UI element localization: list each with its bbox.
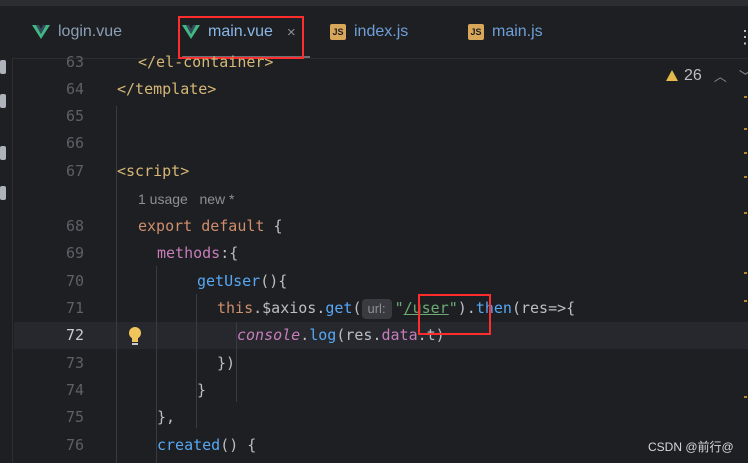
code-line-76: created() { bbox=[157, 432, 256, 459]
code-line-64: </template> bbox=[117, 76, 216, 103]
code-line-69: methods:{ bbox=[157, 240, 238, 267]
code-token: (){ bbox=[260, 272, 288, 290]
error-stripe-mark[interactable] bbox=[744, 176, 747, 178]
watermark: CSDN @前行@ bbox=[648, 440, 734, 454]
code-line-72: console.log(res.data.t) bbox=[237, 322, 445, 349]
code-token: (res=>{ bbox=[511, 299, 576, 317]
lightbulb-icon[interactable] bbox=[128, 326, 142, 346]
code-token: { bbox=[264, 217, 283, 235]
code-line-68: export default { bbox=[138, 213, 283, 240]
tab-label: index.js bbox=[354, 23, 409, 40]
chevron-down-icon[interactable]: ﹀ bbox=[739, 66, 748, 85]
code-token: methods bbox=[157, 244, 221, 262]
parameter-hint: url: bbox=[361, 299, 392, 319]
code-token: this bbox=[217, 299, 254, 317]
code-token: ( bbox=[352, 299, 362, 317]
codelens-hint[interactable]: 1 usage new * bbox=[138, 186, 235, 213]
code-token: } bbox=[197, 381, 207, 399]
code-editor[interactable]: </el-container> </template> <script> 1 u… bbox=[0, 53, 748, 463]
code-token: :{ bbox=[220, 244, 239, 262]
code-line-74: } bbox=[197, 377, 206, 404]
code-token: .$axios. bbox=[253, 299, 326, 317]
code-token: data bbox=[381, 326, 418, 344]
error-stripe-mark[interactable] bbox=[744, 396, 747, 398]
tab-main-js[interactable]: JS main.js bbox=[468, 6, 543, 58]
code-token: get bbox=[325, 299, 353, 317]
code-token: . bbox=[300, 326, 310, 344]
code-line-75: }, bbox=[157, 404, 175, 431]
annotation-box-url bbox=[418, 294, 491, 335]
code-token: () { bbox=[220, 436, 257, 454]
code-token: export default bbox=[138, 217, 265, 235]
error-stripe-mark[interactable] bbox=[744, 272, 747, 274]
code-token: }, bbox=[157, 408, 176, 426]
editor-tab-bar: login.vue main.vue × JS index.js JS main… bbox=[0, 6, 748, 59]
js-file-icon: JS bbox=[330, 24, 346, 40]
tab-label: main.js bbox=[492, 23, 543, 40]
code-token: }) bbox=[217, 354, 236, 372]
tab-label: login.vue bbox=[58, 23, 123, 40]
warning-icon bbox=[666, 70, 678, 81]
js-file-icon: JS bbox=[468, 24, 484, 40]
code-line-71: this.$axios.get(url: "/user").then(res=>{ bbox=[217, 295, 575, 322]
code-line-73: }) bbox=[217, 350, 235, 377]
vue-file-icon bbox=[32, 25, 50, 39]
code-token: <script> bbox=[117, 162, 190, 180]
code-line-70: getUser(){ bbox=[197, 268, 287, 295]
chevron-up-icon[interactable]: ︿ bbox=[714, 66, 727, 85]
usage-hint: 1 usage new * bbox=[138, 191, 235, 207]
tab-index-js[interactable]: JS index.js bbox=[330, 6, 408, 58]
code-token: console bbox=[237, 326, 301, 344]
error-stripe-mark[interactable] bbox=[744, 152, 747, 154]
code-token: created bbox=[157, 436, 221, 454]
error-stripe-mark[interactable] bbox=[744, 300, 747, 302]
code-line-67: <script> bbox=[117, 158, 189, 185]
code-token: log bbox=[309, 326, 337, 344]
inspection-widget[interactable]: 26 ︿ ﹀ bbox=[666, 66, 748, 85]
code-token: " bbox=[394, 299, 404, 317]
code-token: </el-container> bbox=[138, 53, 274, 71]
error-stripe-mark[interactable] bbox=[744, 96, 747, 98]
error-stripe-mark[interactable] bbox=[744, 128, 747, 130]
code-token: getUser bbox=[197, 272, 261, 290]
code-token: (res. bbox=[336, 326, 382, 344]
indent-guide bbox=[196, 294, 197, 428]
error-stripe-mark[interactable] bbox=[744, 212, 747, 214]
code-token: </template> bbox=[117, 80, 217, 98]
warning-count: 26 bbox=[684, 66, 702, 84]
more-options-icon[interactable]: ⋮ bbox=[736, 28, 748, 46]
code-line-63: </el-container> bbox=[138, 49, 273, 76]
